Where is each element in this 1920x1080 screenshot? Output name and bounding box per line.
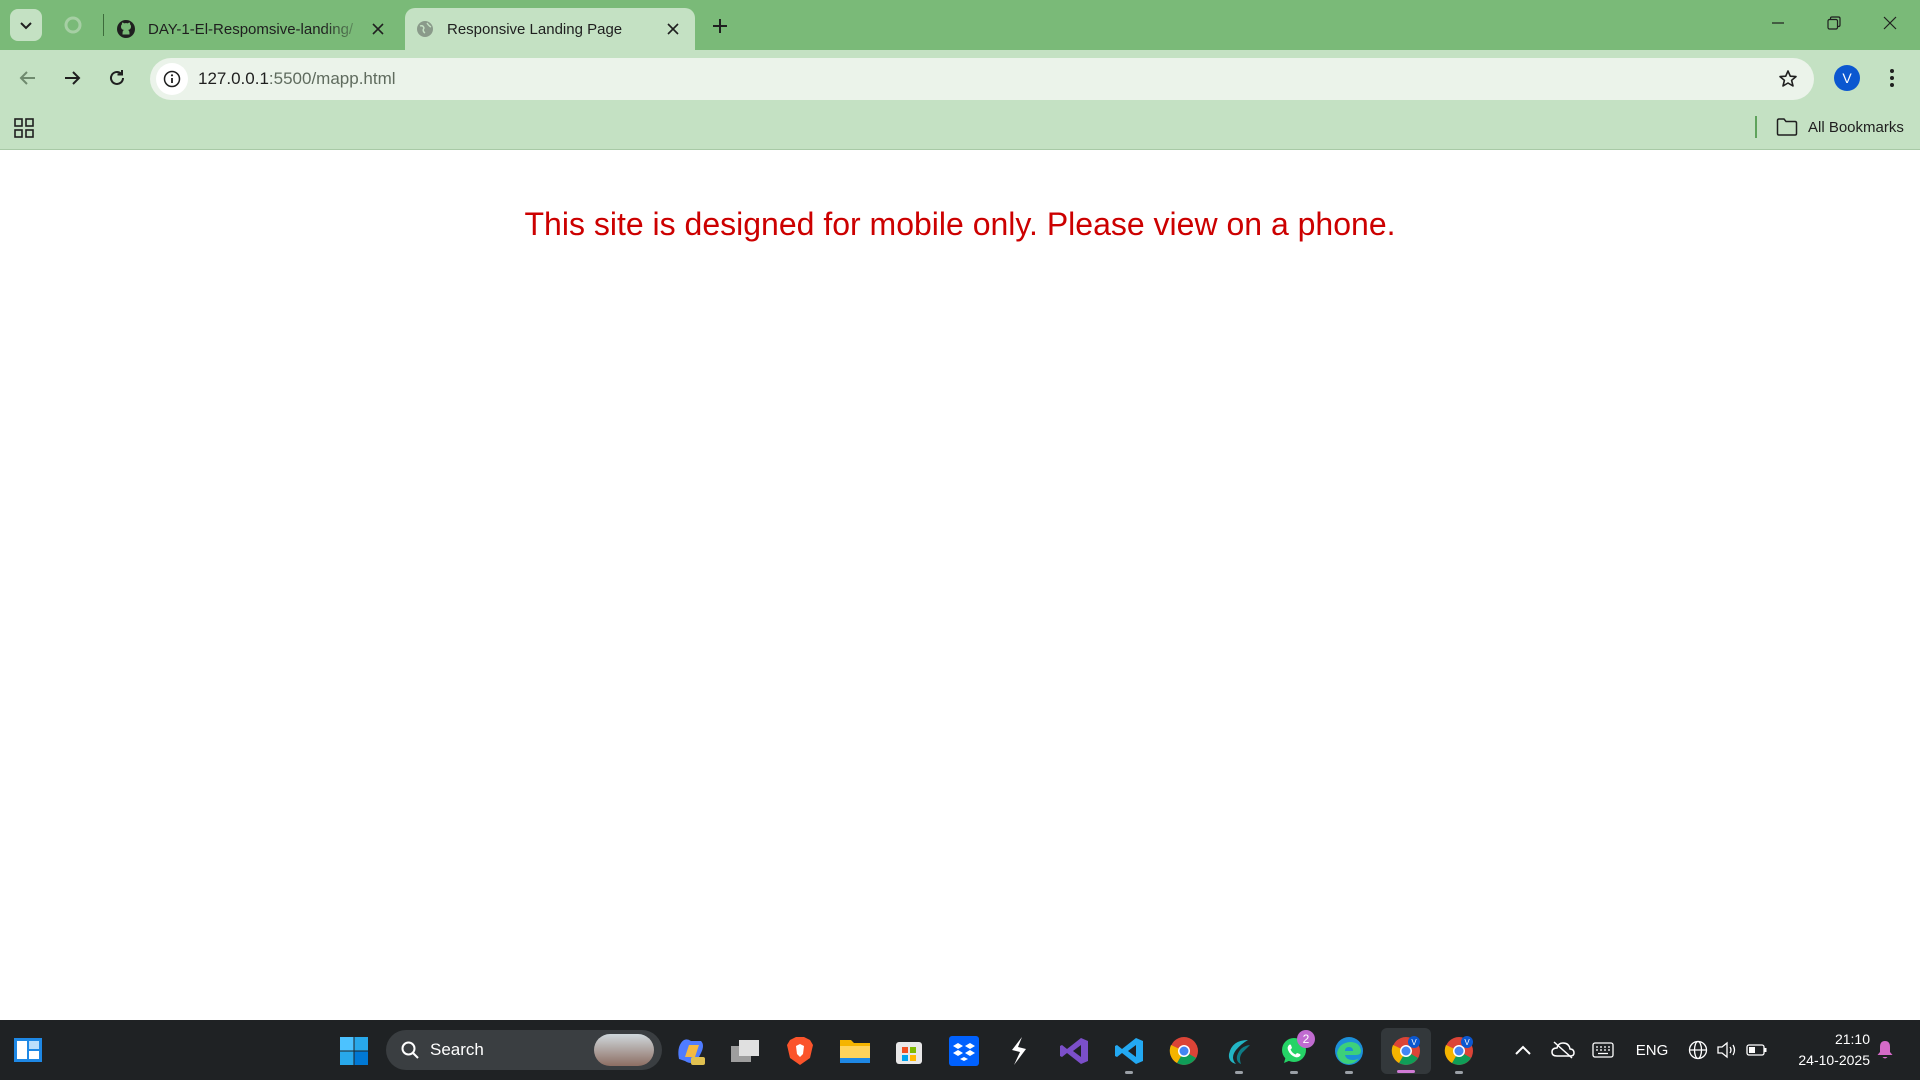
vscode-icon[interactable] — [1110, 1032, 1148, 1074]
microsoft-store-icon[interactable] — [890, 1032, 928, 1070]
system-clock[interactable]: 21:10 24-10-2025 — [1780, 1029, 1870, 1071]
mobile-only-message: This site is designed for mobile only. P… — [524, 206, 1396, 242]
bookmark-star-icon[interactable] — [1776, 67, 1800, 91]
brave-icon[interactable] — [781, 1032, 819, 1070]
tab-separator — [103, 14, 104, 36]
apps-grid-icon[interactable] — [12, 116, 36, 140]
running-indicator — [1125, 1071, 1133, 1074]
svg-text:V: V — [1464, 1038, 1470, 1047]
minimize-icon — [1772, 22, 1784, 24]
keyboard-icon[interactable] — [1590, 1038, 1616, 1062]
page-viewport: This site is designed for mobile only. P… — [0, 151, 1920, 1020]
bookmarks-separator — [1755, 116, 1757, 138]
all-bookmarks-button[interactable]: All Bookmarks — [1776, 114, 1904, 140]
url-text[interactable]: 127.0.0.1:5500/mapp.html — [198, 69, 396, 89]
arrow-right-icon — [65, 71, 81, 85]
clock-time: 21:10 — [1834, 1031, 1870, 1047]
close-icon[interactable] — [661, 17, 685, 41]
github-icon — [116, 19, 136, 39]
visual-studio-icon[interactable] — [1055, 1032, 1093, 1070]
widgets-icon[interactable] — [12, 1034, 44, 1066]
tab-responsive-landing[interactable]: Responsive Landing Page — [405, 8, 695, 50]
browser-toolbar: 127.0.0.1:5500/mapp.html V — [0, 50, 1920, 106]
reload-icon — [110, 70, 124, 85]
close-icon[interactable] — [366, 17, 390, 41]
tab-search-button[interactable] — [10, 9, 42, 41]
tab-title: Responsive Landing Page — [447, 20, 623, 38]
tab-title: DAY-1-El-Respomsive-landing/ — [148, 20, 354, 38]
close-icon — [1883, 16, 1897, 30]
profile-avatar[interactable]: V — [1834, 65, 1860, 91]
notification-bell-icon[interactable] — [1874, 1038, 1896, 1062]
folder-icon — [1776, 116, 1798, 138]
sumatra-icon[interactable] — [1000, 1032, 1038, 1070]
copilot-icon[interactable] — [672, 1032, 710, 1070]
minimize-button[interactable] — [1750, 0, 1806, 46]
running-indicator — [1397, 1070, 1415, 1073]
windows-logo-icon — [340, 1037, 368, 1065]
task-view-icon[interactable] — [726, 1032, 764, 1070]
loading-icon — [64, 16, 82, 34]
arrow-left-icon — [19, 71, 35, 85]
search-icon — [398, 1038, 422, 1062]
running-indicator — [1290, 1071, 1298, 1074]
chrome-profile-icon[interactable]: V — [1381, 1028, 1431, 1074]
wave-app-icon[interactable] — [1220, 1032, 1258, 1074]
new-tab-button[interactable] — [706, 12, 734, 40]
close-window-button[interactable] — [1862, 0, 1918, 46]
taskbar: Search 2 V V ENG 21:10 24-10-2025 — [0, 1020, 1920, 1080]
running-indicator — [1455, 1071, 1463, 1074]
chevron-down-icon — [20, 22, 32, 30]
running-indicator — [1235, 1071, 1243, 1074]
file-explorer-icon[interactable] — [836, 1032, 874, 1070]
network-globe-icon[interactable] — [1686, 1038, 1710, 1062]
whatsapp-icon[interactable]: 2 — [1275, 1030, 1315, 1074]
chrome-icon[interactable] — [1165, 1032, 1203, 1070]
back-button[interactable] — [12, 62, 44, 94]
volume-icon[interactable] — [1715, 1038, 1739, 1062]
cloud-offline-icon[interactable] — [1550, 1038, 1576, 1062]
restore-button[interactable] — [1806, 0, 1862, 46]
chrome-profile-2-icon[interactable]: V — [1440, 1032, 1478, 1074]
plus-icon — [713, 19, 727, 33]
pinned-tab[interactable] — [60, 12, 86, 38]
restore-icon — [1827, 16, 1841, 30]
forward-button[interactable] — [56, 62, 88, 94]
search-highlight-image — [594, 1034, 654, 1066]
address-bar[interactable]: 127.0.0.1:5500/mapp.html — [150, 58, 1814, 100]
battery-icon[interactable] — [1745, 1038, 1769, 1062]
svg-text:V: V — [1411, 1038, 1417, 1047]
tab-strip: DAY-1-El-Respomsive-landing/ Responsive … — [0, 0, 1920, 50]
language-indicator[interactable]: ENG — [1632, 1038, 1672, 1062]
url-path: :5500/mapp.html — [268, 69, 396, 88]
all-bookmarks-label: All Bookmarks — [1808, 118, 1904, 136]
notification-badge: 2 — [1297, 1030, 1315, 1048]
running-indicator — [1345, 1071, 1353, 1074]
start-button[interactable] — [335, 1032, 373, 1070]
edge-icon[interactable] — [1330, 1032, 1368, 1074]
chevron-up-icon[interactable] — [1512, 1038, 1534, 1062]
url-host: 127.0.0.1 — [198, 69, 269, 88]
clock-date: 24-10-2025 — [1798, 1052, 1870, 1068]
reload-button[interactable] — [101, 62, 133, 94]
taskbar-search[interactable]: Search — [386, 1030, 662, 1070]
bookmarks-bar: All Bookmarks — [0, 106, 1920, 150]
dropbox-icon[interactable] — [945, 1032, 983, 1070]
globe-icon — [415, 19, 435, 39]
search-label: Search — [430, 1040, 484, 1059]
tab-github[interactable]: DAY-1-El-Respomsive-landing/ — [110, 8, 400, 50]
more-menu-icon[interactable] — [1880, 64, 1904, 92]
site-info-icon[interactable] — [156, 63, 188, 95]
